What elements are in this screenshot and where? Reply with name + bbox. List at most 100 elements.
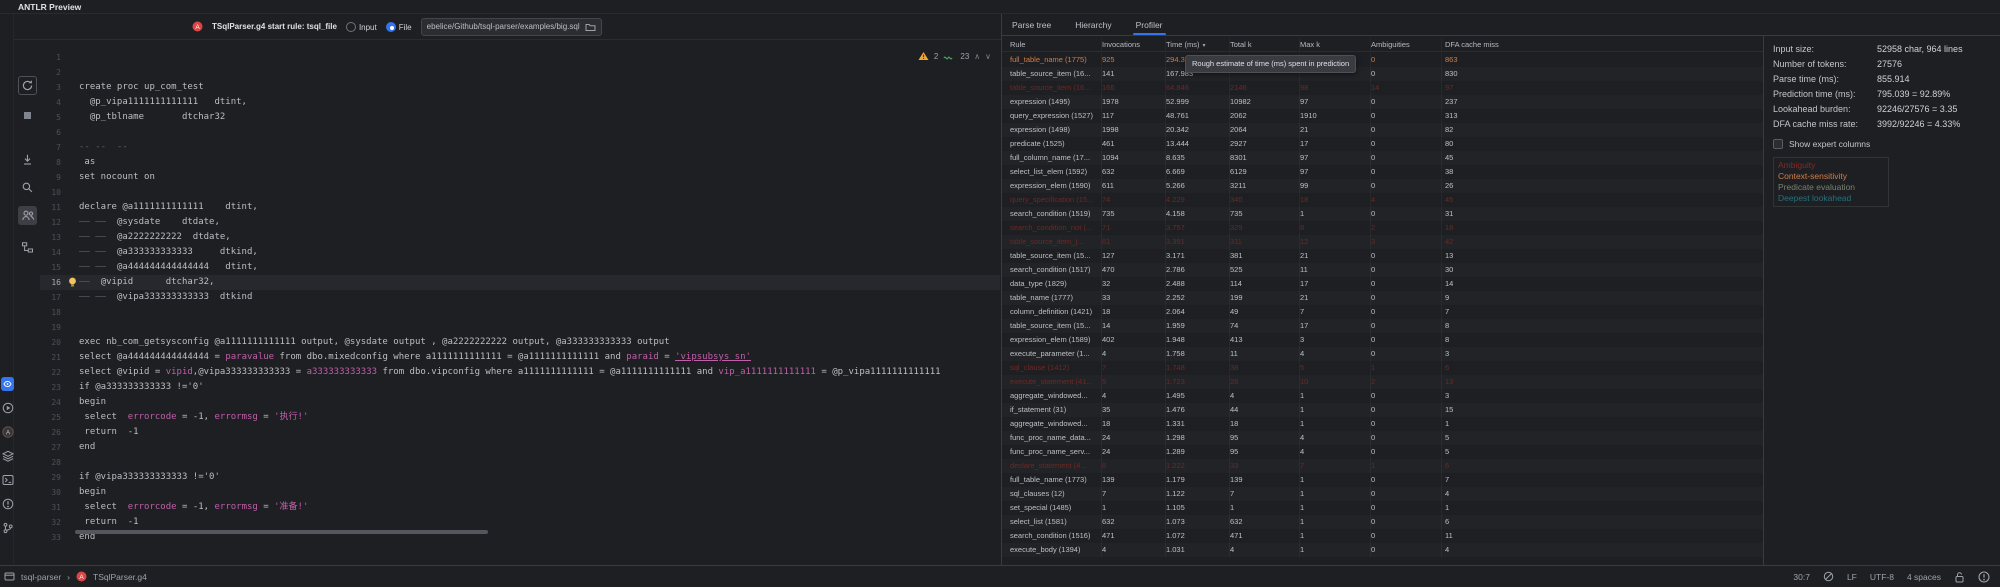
code-line[interactable]: 17—— —— @vipa333333333333 dtkind <box>40 290 1000 305</box>
profiler-row[interactable]: sql_clause (1412)71.74838516 <box>1002 361 1763 375</box>
code-line[interactable]: 29if @vipa333333333333 !='0' <box>40 470 1000 485</box>
col-rule[interactable]: Rule <box>1010 38 1102 51</box>
input-radio[interactable]: Input <box>346 22 377 32</box>
profiler-row[interactable]: sql_clauses (12)71.1227104 <box>1002 487 1763 501</box>
code-line[interactable]: 9set nocount on <box>40 170 1000 185</box>
show-expert-columns-checkbox[interactable]: Show expert columns <box>1773 137 2000 151</box>
layers-icon[interactable] <box>1 449 14 463</box>
profiler-row[interactable]: search_condition (1517)4702.78652511030 <box>1002 263 1763 277</box>
code-line[interactable]: 24begin <box>40 395 1000 410</box>
profiler-row[interactable]: if_statement (31)351.476441015 <box>1002 403 1763 417</box>
col-total-k[interactable]: Total k <box>1230 38 1300 51</box>
tab-hierarchy[interactable]: Hierarchy <box>1075 14 1111 35</box>
code-line[interactable]: 6 <box>40 125 1000 140</box>
col-invocations[interactable]: Invocations <box>1102 38 1166 51</box>
tab-parse-tree[interactable]: Parse tree <box>1012 14 1051 35</box>
profiler-row[interactable]: search_condition (1519)7354.1587351031 <box>1002 207 1763 221</box>
hierarchy-icon[interactable] <box>18 238 37 257</box>
profiler-row[interactable]: expression_elem (1589)4021.948413308 <box>1002 333 1763 347</box>
profiler-row[interactable]: query_specification (15...744.2293401844… <box>1002 193 1763 207</box>
antlr-preview-icon[interactable] <box>1 377 14 391</box>
code-line[interactable]: 22select @vipid = vipid,@vipa33333333333… <box>40 365 1000 380</box>
col-dfa-cache-miss[interactable]: DFA cache miss <box>1442 38 1763 51</box>
code-line[interactable]: 5 @p_tblname dtchar32 <box>40 110 1000 125</box>
code-line[interactable]: 26 return -1 <box>40 425 1000 440</box>
col-ambiguities[interactable]: Ambiguities <box>1371 38 1442 51</box>
breadcrumb-project[interactable]: tsql-parser <box>21 572 61 582</box>
profiler-row[interactable]: expression_elem (1590)6115.266321199026 <box>1002 179 1763 193</box>
profiler-row[interactable]: table_source_item_j...613.39131112342 <box>1002 235 1763 249</box>
code-line[interactable]: 12—— —— @sysdate dtdate, <box>40 215 1000 230</box>
profiler-row[interactable]: func_proc_name_data...241.29895405 <box>1002 431 1763 445</box>
file-path-field[interactable]: ebelice/Github/tsql-parser/examples/big.… <box>421 18 602 36</box>
code-line[interactable]: 16—— @vipid dtchar32, <box>40 275 1000 290</box>
profiler-row[interactable]: select_list (1581)6321.073632106 <box>1002 515 1763 529</box>
profiler-row[interactable]: set_special (1485)11.1051101 <box>1002 501 1763 515</box>
col-max-k[interactable]: Max k <box>1300 38 1371 51</box>
code-line[interactable]: 31 select errorcode = -1, errormsg = '准备… <box>40 500 1000 515</box>
line-ending[interactable]: LF <box>1847 572 1857 582</box>
code-line[interactable]: 30begin <box>40 485 1000 500</box>
profiler-row[interactable]: aggregate_windowed...41.4954103 <box>1002 389 1763 403</box>
profiler-row[interactable]: full_table_name (1773)1391.179139107 <box>1002 473 1763 487</box>
horizontal-scrollbar[interactable] <box>75 530 488 534</box>
profiler-row[interactable]: full_column_name (17...10948.63583019704… <box>1002 151 1763 165</box>
stop-icon[interactable] <box>18 106 37 125</box>
code-line[interactable]: 10 <box>40 185 1000 200</box>
code-line[interactable]: 11declare @a1111111111111 dtint, <box>40 200 1000 215</box>
unlock-icon[interactable] <box>1954 571 1965 583</box>
code-line[interactable]: 19 <box>40 320 1000 335</box>
code-line[interactable]: 14—— —— @a333333333333 dtkind, <box>40 245 1000 260</box>
folder-icon[interactable] <box>585 22 596 32</box>
people-icon[interactable] <box>18 206 37 225</box>
code-line[interactable]: 23if @a333333333333 !='0' <box>40 380 1000 395</box>
file-encoding[interactable]: UTF-8 <box>1870 572 1894 582</box>
code-line[interactable]: 13—— —— @a2222222222 dtdate, <box>40 230 1000 245</box>
profiler-row[interactable]: execute_parameter (1...41.75811403 <box>1002 347 1763 361</box>
code-line[interactable]: 2 <box>40 65 1000 80</box>
profiler-row[interactable]: expression (1495)197852.99910982970237 <box>1002 95 1763 109</box>
profiler-row[interactable]: table_source_item (16...141167.9830830 <box>1002 67 1763 81</box>
code-line[interactable]: 3create proc up_com_test <box>40 80 1000 95</box>
caret-position[interactable]: 30:7 <box>1793 572 1810 582</box>
profiler-row[interactable]: query_expression (1527)11748.76120621910… <box>1002 109 1763 123</box>
window-icon[interactable] <box>4 571 15 582</box>
breadcrumb-file[interactable]: TSqlParser.g4 <box>93 572 147 582</box>
indent-setting[interactable]: 4 spaces <box>1907 572 1941 582</box>
code-line[interactable]: 4 @p_vipa1111111111111 dtint, <box>40 95 1000 110</box>
search-icon[interactable] <box>18 178 37 197</box>
code-line[interactable]: 7-- -- -- <box>40 140 1000 155</box>
notifications-icon[interactable] <box>1978 571 1990 583</box>
code-line[interactable]: 8 as <box>40 155 1000 170</box>
code-editor[interactable]: 123create proc up_com_test4 @p_vipa11111… <box>40 40 1000 541</box>
tab-profiler[interactable]: Profiler <box>1136 14 1163 35</box>
code-line[interactable]: 20exec nb_com_getsysconfig @a11111111111… <box>40 335 1000 350</box>
code-line[interactable]: 21select @a444444444444444 = paravalue f… <box>40 350 1000 365</box>
next-issue-icon[interactable]: ∨ <box>985 52 991 61</box>
profiler-row[interactable]: expression (1498)199820.342206421082 <box>1002 123 1763 137</box>
profiler-row[interactable]: search_condition_not (...713.7573298218 <box>1002 221 1763 235</box>
profiler-row[interactable]: table_name (1777)332.2521992109 <box>1002 291 1763 305</box>
code-line[interactable]: 25 select errorcode = -1, errormsg = '执行… <box>40 410 1000 425</box>
code-line[interactable]: 18 <box>40 305 1000 320</box>
code-line[interactable]: 27end <box>40 440 1000 455</box>
profiler-row[interactable]: execute_statement (41...51.7232810213 <box>1002 375 1763 389</box>
antlr-circle-icon[interactable]: A <box>1 425 14 439</box>
profiler-row[interactable]: table_source_item (15...1273.17138121013 <box>1002 249 1763 263</box>
save-icon[interactable] <box>18 150 37 169</box>
col-time[interactable]: Time (ms)▾ <box>1166 38 1230 51</box>
terminal-icon[interactable] <box>1 473 14 487</box>
inspections-widget[interactable]: 2 23 ∧ ∨ <box>918 51 991 61</box>
error-circle-icon[interactable] <box>1 497 14 511</box>
profiler-row[interactable]: func_proc_name_serv...241.28995405 <box>1002 445 1763 459</box>
prev-issue-icon[interactable]: ∧ <box>974 52 980 61</box>
profiler-row[interactable]: table_source_item (15...141.959741708 <box>1002 319 1763 333</box>
refresh-icon[interactable] <box>18 76 37 95</box>
git-branch-icon[interactable] <box>1 521 14 535</box>
code-line[interactable]: 32 return -1 <box>40 515 1000 530</box>
code-line[interactable]: 15—— —— @a444444444444444 dtint, <box>40 260 1000 275</box>
code-line[interactable]: 1 <box>40 50 1000 65</box>
profiler-row[interactable]: table_source_item (16...16664.8462146981… <box>1002 81 1763 95</box>
file-radio[interactable]: File <box>386 22 412 32</box>
profiler-row[interactable]: predicate (1525)46113.444292717080 <box>1002 137 1763 151</box>
